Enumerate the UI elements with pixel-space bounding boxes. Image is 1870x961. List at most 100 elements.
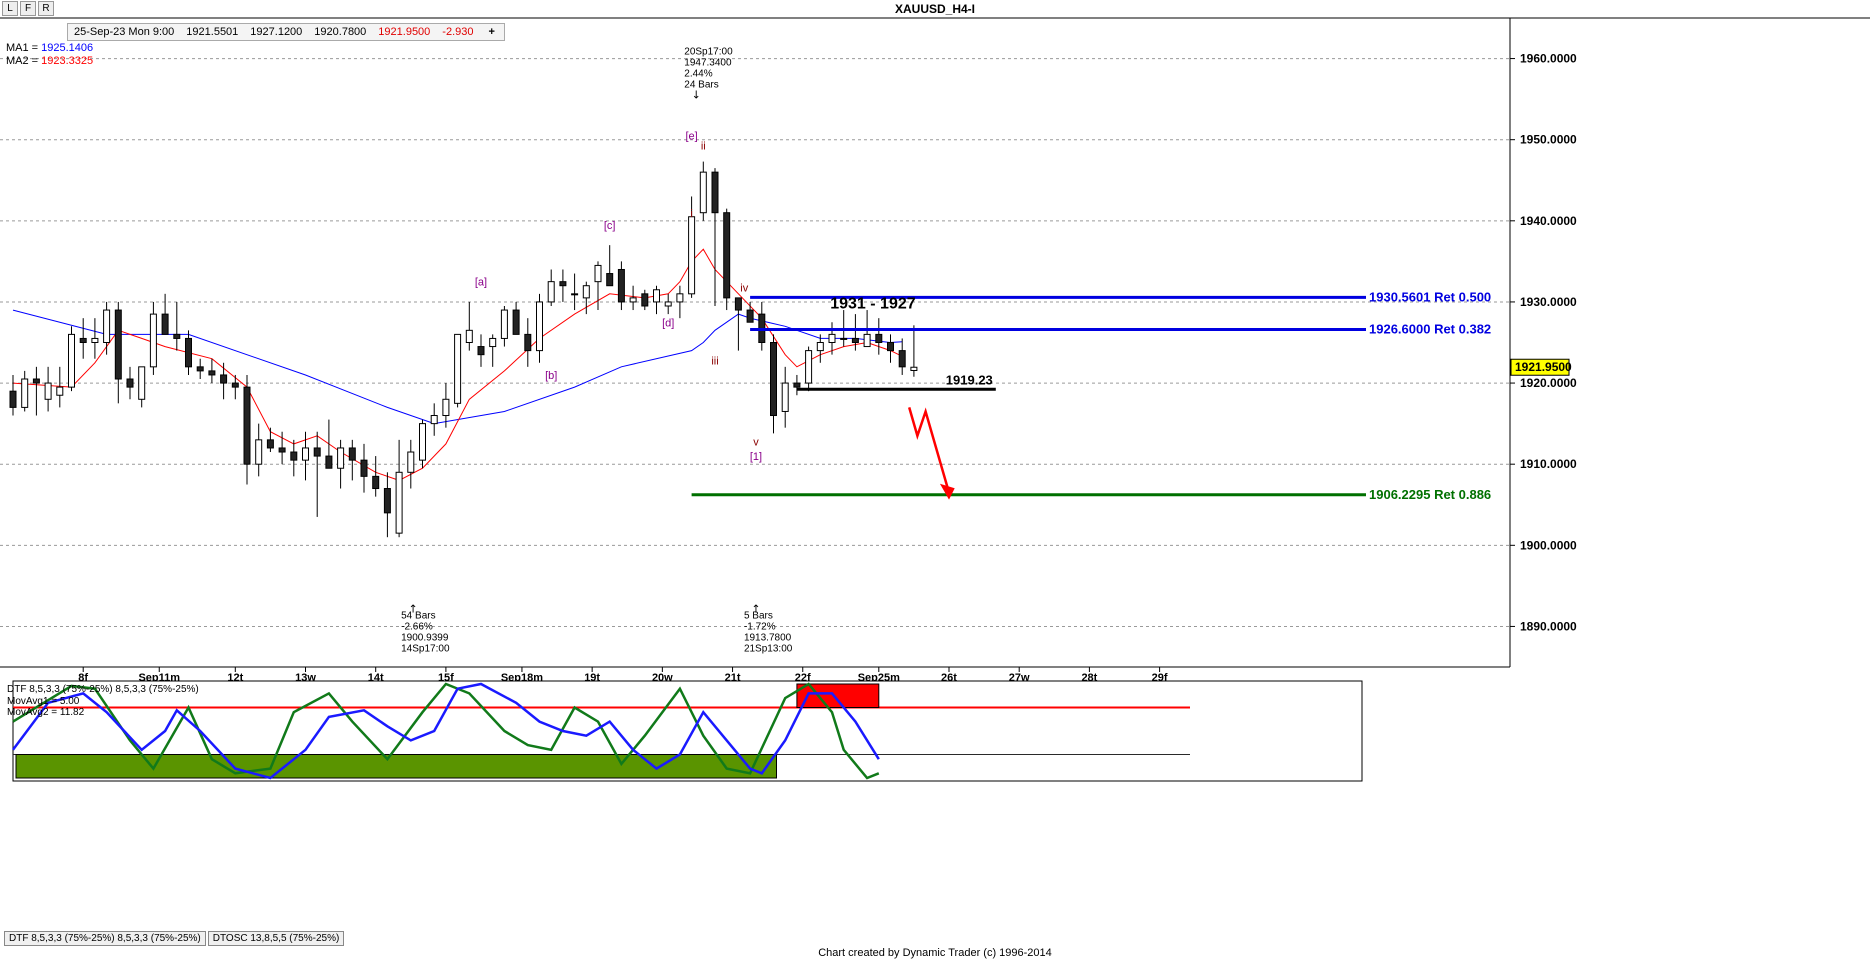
- oscillator-legend: MovAvg2 = 11.82: [7, 707, 85, 718]
- candle-body: [243, 386, 251, 465]
- candle-body: [770, 342, 777, 417]
- candle-body: [278, 447, 286, 453]
- candle-body: [653, 289, 660, 303]
- candle-body: [641, 293, 649, 307]
- candle-body: [266, 439, 274, 449]
- down-arrow-icon: ↓: [692, 89, 701, 102]
- candle-body: [582, 285, 590, 299]
- candle-body: [68, 333, 75, 388]
- candle-body: [500, 309, 508, 339]
- candle-body: [337, 447, 345, 469]
- candle-body: [875, 333, 883, 344]
- candle-body: [185, 337, 192, 368]
- level-label: 1930.5601 Ret 0.500: [1369, 289, 1491, 304]
- info-box-line: -1.72%: [744, 621, 776, 632]
- tab-dtf[interactable]: DTF 8,5,3,3 (75%-25%) 8,5,3,3 (75%-25%): [4, 931, 206, 946]
- info-box-line: 54 Bars: [401, 610, 435, 621]
- last-price-label: 1921.9500: [1515, 360, 1572, 374]
- wave-label: v: [753, 437, 759, 449]
- candle-body: [606, 273, 614, 287]
- ohlc-low: 1920.7800: [314, 26, 367, 38]
- candle-body: [79, 337, 87, 344]
- info-box-line: 2.44%: [684, 69, 712, 80]
- info-box-line: 24 Bars: [684, 80, 718, 91]
- candle-body: [711, 171, 719, 214]
- candle-body: [723, 212, 731, 299]
- ohlc-close: 1921.9500: [378, 26, 431, 38]
- candle-body: [231, 382, 239, 388]
- wave-label: [d]: [662, 317, 674, 329]
- wave-label: ii: [701, 140, 706, 152]
- toolbar-button-l[interactable]: L: [2, 0, 18, 16]
- candle-body: [910, 366, 918, 371]
- candle-body: [781, 382, 789, 412]
- tab-dtosc[interactable]: DTOSC 13,8,5,5 (75%-25%): [207, 931, 345, 946]
- candle-body: [430, 415, 438, 425]
- candle-body: [126, 378, 134, 388]
- candle-body: [313, 447, 321, 457]
- candle-body: [220, 374, 228, 384]
- candle-body: [617, 268, 625, 303]
- candle-body: [173, 333, 181, 339]
- candle-body: [793, 382, 801, 388]
- candle-body: [149, 313, 157, 368]
- ma-legend-name: MA1 =: [6, 42, 41, 54]
- oscillator-panel: DTF 8,5,3,3 (75%-25%) 8,5,3,3 (75%-25%)M…: [7, 680, 1363, 782]
- ohlc-high: 1927.1200: [250, 26, 303, 38]
- info-box-line: 14Sp17:00: [401, 643, 450, 654]
- candle-body: [32, 378, 40, 384]
- candle-body: [851, 337, 859, 344]
- candle-body: [348, 447, 356, 461]
- footer-credit: Chart created by Dynamic Trader (c) 1996…: [818, 947, 1052, 959]
- chart-background: [0, 0, 1870, 961]
- toolbar-button-f[interactable]: F: [20, 0, 36, 16]
- candle-body: [372, 475, 380, 490]
- y-tick-label: 1930.0000: [1520, 295, 1577, 309]
- candle-body: [676, 293, 684, 303]
- candle-body: [828, 333, 836, 344]
- level-label: 1926.6000 Ret 0.382: [1369, 322, 1491, 337]
- add-symbol-button[interactable]: +: [480, 24, 504, 40]
- info-box-line: 21Sp13:00: [744, 643, 793, 654]
- candle-body: [395, 471, 403, 534]
- candle-body: [302, 447, 309, 461]
- y-tick-label: 1940.0000: [1520, 214, 1577, 228]
- candle-body: [9, 390, 17, 408]
- candle-body: [664, 301, 672, 307]
- candle-body: [114, 309, 122, 380]
- ohlc-change: -2.930: [442, 26, 474, 38]
- candle-body: [56, 386, 64, 396]
- chart-title: XAUUSD_H4-I: [894, 2, 975, 16]
- candle-body: [489, 337, 497, 348]
- candle-body: [44, 382, 52, 400]
- candle-body: [805, 350, 813, 384]
- candle-body: [255, 439, 263, 465]
- ma-legend-value: 1923.3325: [41, 55, 93, 67]
- candle-body: [734, 297, 742, 311]
- info-box-line: 1913.7800: [744, 632, 792, 643]
- candle-body: [360, 459, 368, 477]
- candle-body: [419, 423, 426, 461]
- chart-canvas: 1890.0000 1900.0000 1910.0000 1920.0000 1930…: [0, 0, 1870, 961]
- candle-body: [196, 366, 204, 372]
- y-tick-label: 1890.0000: [1520, 619, 1577, 633]
- candle-body: [559, 281, 567, 287]
- candle-body: [898, 350, 906, 368]
- wave-label: iv: [740, 282, 748, 294]
- toolbar: L F R: [0, 0, 54, 16]
- candle-body: [816, 342, 824, 352]
- ma-legend-value: 1925.1406: [41, 42, 93, 54]
- candle-body: [840, 337, 848, 340]
- ma-legend-name: MA2 =: [6, 55, 41, 67]
- level-label: 1906.2295 Ret 0.886: [1369, 487, 1491, 502]
- info-box-line: 5 Bars: [744, 610, 773, 621]
- range-label: 1931 - 1927: [830, 295, 916, 312]
- overbought-zone: [796, 683, 880, 708]
- ohlc-open: 1921.5501: [186, 26, 239, 38]
- candle-body: [594, 264, 602, 283]
- level-label: 1919.23: [946, 372, 993, 387]
- candle-body: [746, 309, 754, 323]
- wave-label: iii: [711, 355, 718, 367]
- toolbar-button-r[interactable]: R: [38, 0, 54, 16]
- candle-body: [138, 366, 146, 400]
